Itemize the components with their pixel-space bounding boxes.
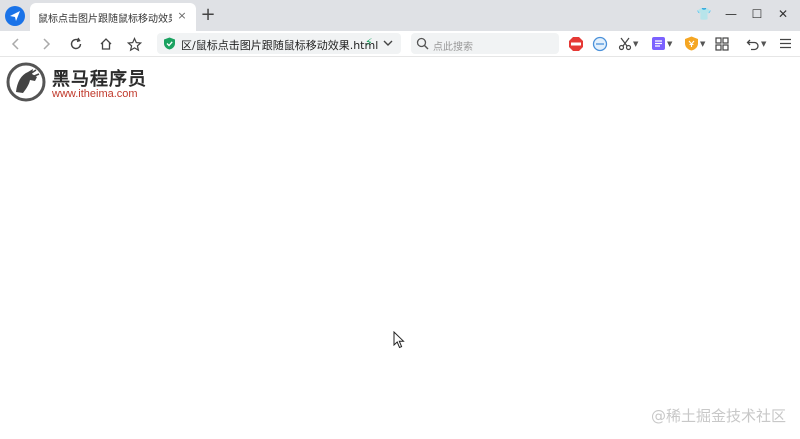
shield-badge-icon bbox=[685, 36, 698, 51]
chevron-right-icon bbox=[43, 38, 51, 50]
search-icon bbox=[416, 37, 429, 50]
home-icon bbox=[100, 38, 112, 50]
logo-url: www.itheima.com bbox=[52, 88, 138, 100]
caret-down-icon: ▼ bbox=[700, 39, 706, 48]
chevron-down-icon[interactable] bbox=[381, 35, 395, 51]
wallet-extension[interactable]: ▼ bbox=[684, 35, 705, 52]
grid-icon bbox=[715, 36, 729, 51]
tab-strip: 鼠标点击图片跟随鼠标移动效果-黑马 × + 👕 — ☐ ✕ bbox=[0, 0, 800, 31]
minimize-button[interactable]: — bbox=[720, 5, 742, 23]
watermark: @稀土掘金技术社区 bbox=[650, 407, 786, 425]
skin-icon[interactable]: 👕 bbox=[693, 5, 715, 23]
undo-button[interactable]: ▼ bbox=[746, 35, 766, 52]
undo-icon bbox=[746, 39, 759, 50]
hamburger-menu-icon bbox=[780, 38, 791, 49]
bookmark-button[interactable] bbox=[124, 34, 144, 54]
tab-active[interactable]: 鼠标点击图片跟随鼠标移动效果-黑马 × bbox=[30, 3, 196, 31]
address-bar[interactable]: 区/鼠标点击图片跟随鼠标移动效果.html ⚡ bbox=[157, 33, 401, 54]
reload-icon bbox=[70, 37, 82, 50]
url-text[interactable]: 区/鼠标点击图片跟随鼠标移动效果.html bbox=[181, 37, 378, 53]
new-tab-button[interactable]: + bbox=[198, 5, 218, 25]
bolt-icon[interactable]: ⚡ bbox=[365, 36, 373, 49]
star-icon bbox=[126, 36, 142, 51]
menu-button[interactable] bbox=[779, 35, 792, 52]
close-window-button[interactable]: ✕ bbox=[772, 5, 794, 23]
search-box[interactable]: 点此搜索 bbox=[411, 33, 559, 54]
notes-icon bbox=[652, 37, 665, 50]
reload-button[interactable] bbox=[66, 34, 86, 54]
maximize-button[interactable]: ☐ bbox=[746, 5, 768, 23]
caret-down-icon: ▼ bbox=[633, 39, 639, 48]
scissors-icon bbox=[618, 37, 632, 50]
tab-close-icon[interactable]: × bbox=[175, 9, 189, 23]
search-placeholder: 点此搜索 bbox=[433, 42, 473, 53]
itheima-logo: 黑马程序员 www.itheima.com bbox=[6, 62, 146, 104]
globe-icon bbox=[592, 36, 608, 51]
translate-extension[interactable] bbox=[592, 35, 608, 52]
caret-down-icon: ▼ bbox=[667, 39, 673, 48]
caret-down-icon: ▼ bbox=[761, 39, 767, 48]
browser-logo-icon[interactable] bbox=[5, 6, 25, 26]
apps-button[interactable] bbox=[715, 35, 729, 52]
adblock-extension[interactable] bbox=[568, 35, 584, 52]
toolbar: 区/鼠标点击图片跟随鼠标移动效果.html ⚡ 点此搜索 ▼ ▼ ▼ ▼ bbox=[0, 31, 800, 57]
adblock-icon bbox=[569, 36, 583, 51]
mouse-cursor-icon bbox=[393, 331, 405, 349]
back-button[interactable] bbox=[6, 34, 26, 54]
horse-logo-icon bbox=[6, 62, 46, 102]
shield-icon[interactable] bbox=[163, 37, 176, 50]
home-button[interactable] bbox=[96, 34, 116, 54]
chevron-left-icon bbox=[11, 38, 19, 50]
tab-title: 鼠标点击图片跟随鼠标移动效果-黑马 bbox=[38, 14, 172, 25]
screenshot-extension[interactable]: ▼ bbox=[618, 35, 638, 52]
notes-extension[interactable]: ▼ bbox=[651, 35, 672, 52]
forward-button[interactable] bbox=[36, 34, 56, 54]
